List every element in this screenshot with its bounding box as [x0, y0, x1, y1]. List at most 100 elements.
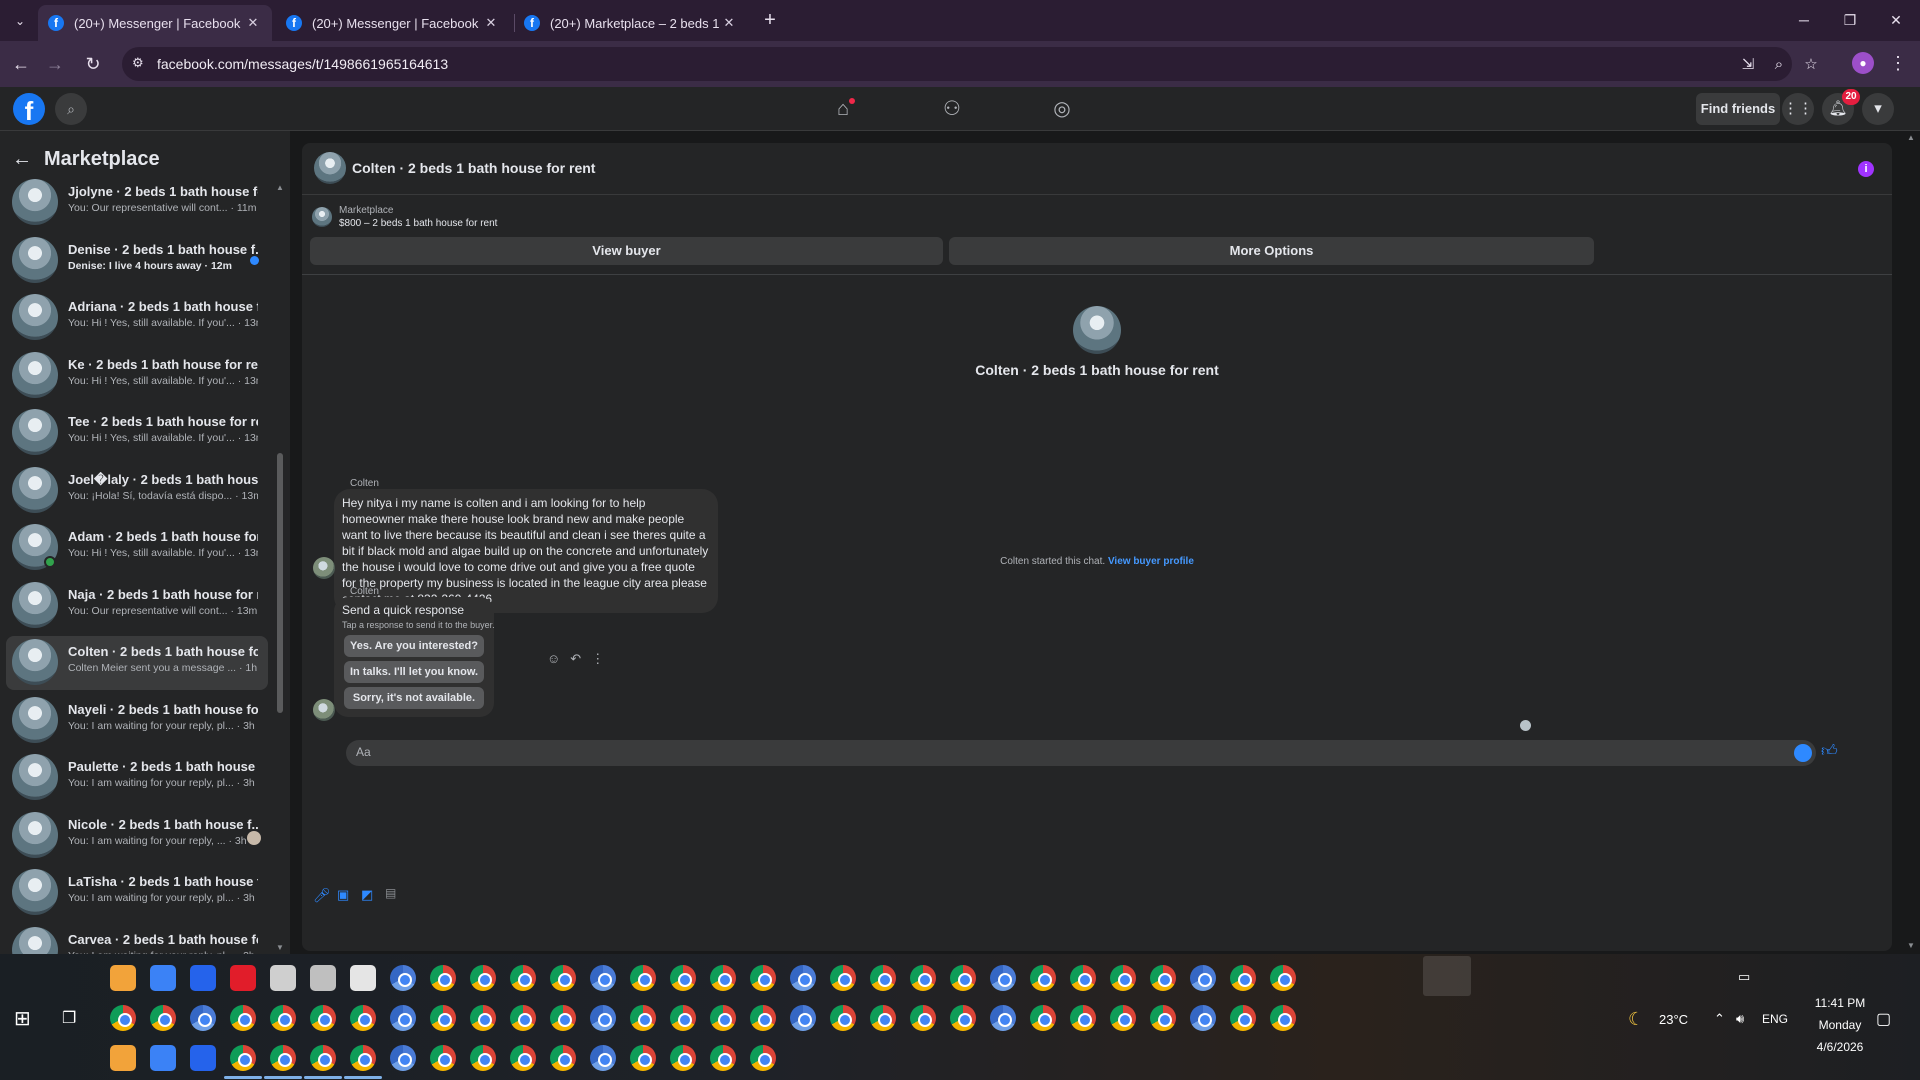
pinned-app-icon[interactable] [350, 965, 376, 991]
url-text[interactable]: facebook.com/messages/t/1498661965164613 [157, 56, 448, 72]
close-window-button[interactable]: ✕ [1873, 6, 1919, 34]
conversation-item[interactable]: Carvea · 2 beds 1 bath house fo...You: I… [6, 924, 268, 954]
chrome-window-icon[interactable] [550, 1045, 576, 1071]
chrome-window-icon[interactable] [630, 965, 656, 991]
conversation-item[interactable]: Adriana · 2 beds 1 bath house f... You: H… [6, 291, 268, 345]
close-tab-icon[interactable]: ✕ [720, 15, 738, 31]
chrome-window-icon[interactable] [1230, 1005, 1256, 1031]
tab-marketplace[interactable]: f (20+) Marketplace – 2 beds 1 b ✕ [514, 5, 748, 41]
scroll-down-arrow-icon[interactable]: ▼ [275, 943, 285, 952]
address-bar[interactable]: ⚙ facebook.com/messages/t/14986619651646… [122, 47, 1818, 81]
react-emoji-icon[interactable]: ☺ [547, 651, 560, 667]
scroll-down-arrow-icon[interactable]: ▼ [1907, 941, 1915, 950]
chrome-window-icon[interactable] [150, 1005, 176, 1031]
windows-start-icon[interactable]: ⊞ [14, 1006, 31, 1031]
conversation-item[interactable]: Joel�laly · 2 beds 1 bath house ... You: … [6, 464, 268, 518]
pinned-app-icon[interactable] [110, 1045, 136, 1071]
close-tab-icon[interactable]: ✕ [482, 15, 500, 31]
chrome-window-icon[interactable] [270, 1045, 296, 1071]
tab-messenger-1[interactable]: f (20+) Messenger | Facebook ✕ [38, 5, 272, 41]
chrome-window-icon[interactable] [1190, 965, 1216, 991]
chrome-window-icon[interactable] [270, 1005, 296, 1031]
pinned-app-icon[interactable] [270, 965, 296, 991]
chrome-window-icon[interactable] [710, 1045, 736, 1071]
chrome-window-icon[interactable] [750, 965, 776, 991]
show-desktop-tray-icon[interactable]: ▭ [1738, 969, 1750, 985]
reply-icon[interactable]: ↶ [570, 651, 581, 667]
chrome-window-icon[interactable] [1150, 965, 1176, 991]
chrome-window-icon[interactable] [1030, 1005, 1056, 1031]
sender-avatar[interactable] [313, 699, 335, 721]
chrome-window-icon[interactable] [1110, 1005, 1136, 1031]
chrome-window-icon[interactable] [1030, 965, 1056, 991]
conversation-item[interactable]: Naja · 2 beds 1 bath house for r... You: … [6, 579, 268, 633]
account-dropdown-icon[interactable]: ▾ [1862, 93, 1894, 125]
quick-response-yes-button[interactable]: Yes. Are you interested? [344, 635, 484, 657]
view-buyer-button[interactable]: View buyer [310, 237, 943, 265]
minimize-button[interactable]: ─ [1781, 6, 1827, 34]
chrome-window-icon[interactable] [870, 965, 896, 991]
chrome-window-icon[interactable] [1070, 965, 1096, 991]
new-tab-button[interactable]: + [757, 8, 783, 34]
chrome-window-icon[interactable] [1270, 1005, 1296, 1031]
more-options-button[interactable]: More Options [949, 237, 1594, 265]
weather-temperature[interactable]: 23°C [1659, 1012, 1688, 1027]
chrome-window-icon[interactable] [430, 1045, 456, 1071]
chrome-window-icon[interactable] [550, 1005, 576, 1031]
chrome-window-icon[interactable] [430, 1005, 456, 1031]
chrome-window-icon[interactable] [910, 1005, 936, 1031]
chrome-window-icon[interactable] [510, 1045, 536, 1071]
conversation-item[interactable]: Nayeli · 2 beds 1 bath house for... You: … [6, 694, 268, 748]
conversation-item[interactable]: LaTisha · 2 beds 1 bath house fo... You: … [6, 866, 268, 920]
chrome-window-icon[interactable] [590, 1005, 616, 1031]
chrome-window-icon[interactable] [470, 1045, 496, 1071]
sender-avatar[interactable] [313, 557, 335, 579]
pinned-app-icon[interactable] [150, 965, 176, 991]
chat-title[interactable]: Colten · 2 beds 1 bath house for rent [352, 160, 595, 176]
site-info-icon[interactable]: ⚙ [132, 55, 144, 71]
chrome-window-icon[interactable] [1190, 1005, 1216, 1031]
chrome-window-icon[interactable] [1230, 965, 1256, 991]
chrome-window-icon[interactable] [470, 1005, 496, 1031]
pinned-app-icon[interactable] [190, 1045, 216, 1071]
chrome-window-icon[interactable] [670, 965, 696, 991]
pinned-app-icon[interactable] [110, 965, 136, 991]
chrome-window-icon[interactable] [230, 1005, 256, 1031]
conversation-item[interactable]: Tee · 2 beds 1 bath house for rent You: H… [6, 406, 268, 460]
chrome-window-icon[interactable] [870, 1005, 896, 1031]
tab-search-button[interactable]: ⌄ [8, 9, 32, 33]
bookmark-star-icon[interactable]: ☆ [1800, 54, 1822, 76]
forward-button[interactable]: → [42, 51, 68, 77]
task-view-icon[interactable]: ❐ [62, 1008, 76, 1028]
find-friends-button[interactable]: Find friends [1696, 93, 1780, 125]
chrome-window-icon[interactable] [350, 1005, 376, 1031]
back-button[interactable]: ← [8, 51, 34, 77]
install-app-icon[interactable]: ⇲ [1737, 54, 1759, 76]
weather-moon-icon[interactable]: ☾ [1628, 1009, 1644, 1030]
zoom-icon[interactable]: ⌕ [1768, 54, 1790, 76]
chrome-window-icon[interactable] [310, 1005, 336, 1031]
chrome-window-icon[interactable] [390, 1005, 416, 1031]
show-hidden-icons-chevron-icon[interactable]: ⌃ [1714, 1011, 1725, 1027]
chrome-window-icon[interactable] [630, 1045, 656, 1071]
chrome-window-icon[interactable] [510, 1005, 536, 1031]
conversation-item[interactable]: Jjolyne · 2 beds 1 bath house fo... You: … [6, 176, 268, 230]
search-icon[interactable]: ⌕ [55, 93, 87, 125]
emoji-picker-icon[interactable] [1794, 744, 1812, 762]
restore-button[interactable]: ❐ [1827, 6, 1873, 34]
profile-avatar[interactable]: ● [1852, 52, 1874, 74]
pinned-app-icon[interactable] [310, 965, 336, 991]
conversation-item[interactable]: Ke · 2 beds 1 bath house for rent You: Hi… [6, 349, 268, 403]
chrome-window-icon[interactable] [710, 965, 736, 991]
chrome-window-icon[interactable] [590, 1045, 616, 1071]
chrome-window-icon[interactable] [990, 1005, 1016, 1031]
clock-time[interactable]: 11:41 PM [1790, 996, 1890, 1010]
chrome-window-icon[interactable] [230, 1045, 256, 1071]
clock-day[interactable]: Monday [1790, 1018, 1890, 1032]
conversation-item[interactable]: Adam · 2 beds 1 bath house for ... You: H… [6, 521, 268, 575]
scroll-up-arrow-icon[interactable]: ▲ [275, 183, 285, 192]
chrome-window-icon[interactable] [350, 1045, 376, 1071]
chat-avatar[interactable] [314, 152, 346, 184]
chrome-window-icon[interactable] [190, 1005, 216, 1031]
info-icon[interactable]: i [1858, 161, 1874, 177]
